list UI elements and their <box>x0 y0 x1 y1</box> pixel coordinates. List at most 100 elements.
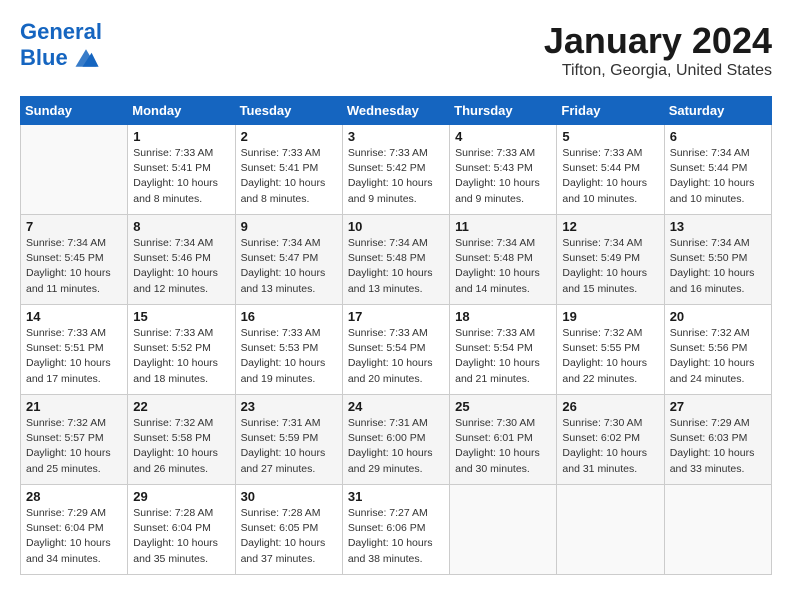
day-info: Sunrise: 7:32 AM Sunset: 5:58 PM Dayligh… <box>133 416 229 477</box>
day-number: 17 <box>348 309 444 324</box>
day-number: 21 <box>26 399 122 414</box>
day-number: 9 <box>241 219 337 234</box>
logo-blue-text: Blue <box>20 46 68 70</box>
day-info: Sunrise: 7:31 AM Sunset: 6:00 PM Dayligh… <box>348 416 444 477</box>
day-info: Sunrise: 7:34 AM Sunset: 5:49 PM Dayligh… <box>562 236 658 297</box>
weekday-header-thursday: Thursday <box>450 97 557 125</box>
calendar-cell <box>557 485 664 575</box>
day-number: 27 <box>670 399 766 414</box>
day-number: 16 <box>241 309 337 324</box>
day-number: 30 <box>241 489 337 504</box>
calendar-cell: 13 Sunrise: 7:34 AM Sunset: 5:50 PM Dayli… <box>664 215 771 305</box>
weekday-header-sunday: Sunday <box>21 97 128 125</box>
calendar-cell: 18 Sunrise: 7:33 AM Sunset: 5:54 PM Dayli… <box>450 305 557 395</box>
day-info: Sunrise: 7:28 AM Sunset: 6:04 PM Dayligh… <box>133 506 229 567</box>
day-number: 25 <box>455 399 551 414</box>
day-number: 13 <box>670 219 766 234</box>
day-number: 2 <box>241 129 337 144</box>
calendar-cell: 23 Sunrise: 7:31 AM Sunset: 5:59 PM Dayli… <box>235 395 342 485</box>
calendar-cell: 25 Sunrise: 7:30 AM Sunset: 6:01 PM Dayli… <box>450 395 557 485</box>
day-info: Sunrise: 7:34 AM Sunset: 5:45 PM Dayligh… <box>26 236 122 297</box>
day-info: Sunrise: 7:28 AM Sunset: 6:05 PM Dayligh… <box>241 506 337 567</box>
calendar-cell: 27 Sunrise: 7:29 AM Sunset: 6:03 PM Dayli… <box>664 395 771 485</box>
logo-text: General <box>20 20 102 44</box>
calendar-cell: 30 Sunrise: 7:28 AM Sunset: 6:05 PM Dayli… <box>235 485 342 575</box>
day-number: 28 <box>26 489 122 504</box>
day-info: Sunrise: 7:31 AM Sunset: 5:59 PM Dayligh… <box>241 416 337 477</box>
calendar-cell: 4Sunrise: 7:33 AM Sunset: 5:43 PM Daylig… <box>450 125 557 215</box>
logo-icon <box>72 44 100 72</box>
calendar-cell: 21 Sunrise: 7:32 AM Sunset: 5:57 PM Dayli… <box>21 395 128 485</box>
day-info: Sunrise: 7:34 AM Sunset: 5:50 PM Dayligh… <box>670 236 766 297</box>
day-number: 26 <box>562 399 658 414</box>
day-info: Sunrise: 7:27 AM Sunset: 6:06 PM Dayligh… <box>348 506 444 567</box>
calendar-cell: 12 Sunrise: 7:34 AM Sunset: 5:49 PM Dayli… <box>557 215 664 305</box>
day-number: 23 <box>241 399 337 414</box>
logo: General Blue <box>20 20 102 72</box>
week-row-3: 14Sunrise: 7:33 AM Sunset: 5:51 PM Dayli… <box>21 305 772 395</box>
day-number: 24 <box>348 399 444 414</box>
weekday-header-friday: Friday <box>557 97 664 125</box>
calendar-cell: 11 Sunrise: 7:34 AM Sunset: 5:48 PM Dayli… <box>450 215 557 305</box>
month-title: January 2024 <box>544 20 772 62</box>
day-number: 8 <box>133 219 229 234</box>
calendar-cell: 5 Sunrise: 7:33 AM Sunset: 5:44 PM Daylig… <box>557 125 664 215</box>
calendar-cell: 3Sunrise: 7:33 AM Sunset: 5:42 PM Daylig… <box>342 125 449 215</box>
calendar-cell: 29 Sunrise: 7:28 AM Sunset: 6:04 PM Dayli… <box>128 485 235 575</box>
title-block: January 2024 Tifton, Georgia, United Sta… <box>544 20 772 80</box>
day-info: Sunrise: 7:30 AM Sunset: 6:01 PM Dayligh… <box>455 416 551 477</box>
week-row-5: 28 Sunrise: 7:29 AM Sunset: 6:04 PM Dayli… <box>21 485 772 575</box>
day-info: Sunrise: 7:33 AM Sunset: 5:53 PM Dayligh… <box>241 326 337 387</box>
day-number: 7 <box>26 219 122 234</box>
calendar-cell: 20 Sunrise: 7:32 AM Sunset: 5:56 PM Dayli… <box>664 305 771 395</box>
day-number: 19 <box>562 309 658 324</box>
calendar-cell <box>21 125 128 215</box>
day-info: Sunrise: 7:32 AM Sunset: 5:55 PM Dayligh… <box>562 326 658 387</box>
day-number: 20 <box>670 309 766 324</box>
day-number: 18 <box>455 309 551 324</box>
week-row-1: 1 Sunrise: 7:33 AM Sunset: 5:41 PM Daylig… <box>21 125 772 215</box>
day-info: Sunrise: 7:33 AM Sunset: 5:54 PM Dayligh… <box>455 326 551 387</box>
day-number: 15 <box>133 309 229 324</box>
day-info: Sunrise: 7:29 AM Sunset: 6:04 PM Dayligh… <box>26 506 122 567</box>
calendar-cell: 26 Sunrise: 7:30 AM Sunset: 6:02 PM Dayli… <box>557 395 664 485</box>
day-info: Sunrise: 7:34 AM Sunset: 5:48 PM Dayligh… <box>348 236 444 297</box>
day-info: Sunrise: 7:33 AM Sunset: 5:41 PM Dayligh… <box>241 146 337 207</box>
day-info: Sunrise: 7:33 AM Sunset: 5:44 PM Dayligh… <box>562 146 658 207</box>
calendar-cell: 8Sunrise: 7:34 AM Sunset: 5:46 PM Daylig… <box>128 215 235 305</box>
week-row-2: 7 Sunrise: 7:34 AM Sunset: 5:45 PM Daylig… <box>21 215 772 305</box>
weekday-header-wednesday: Wednesday <box>342 97 449 125</box>
calendar-cell <box>450 485 557 575</box>
day-info: Sunrise: 7:33 AM Sunset: 5:41 PM Dayligh… <box>133 146 229 207</box>
day-number: 11 <box>455 219 551 234</box>
day-info: Sunrise: 7:29 AM Sunset: 6:03 PM Dayligh… <box>670 416 766 477</box>
day-number: 12 <box>562 219 658 234</box>
calendar-cell: 1 Sunrise: 7:33 AM Sunset: 5:41 PM Daylig… <box>128 125 235 215</box>
calendar-cell: 14Sunrise: 7:33 AM Sunset: 5:51 PM Dayli… <box>21 305 128 395</box>
calendar-cell: 24 Sunrise: 7:31 AM Sunset: 6:00 PM Dayli… <box>342 395 449 485</box>
calendar-cell <box>664 485 771 575</box>
day-number: 5 <box>562 129 658 144</box>
weekday-header-tuesday: Tuesday <box>235 97 342 125</box>
day-number: 1 <box>133 129 229 144</box>
day-info: Sunrise: 7:33 AM Sunset: 5:54 PM Dayligh… <box>348 326 444 387</box>
day-number: 31 <box>348 489 444 504</box>
day-info: Sunrise: 7:32 AM Sunset: 5:56 PM Dayligh… <box>670 326 766 387</box>
day-info: Sunrise: 7:34 AM Sunset: 5:48 PM Dayligh… <box>455 236 551 297</box>
day-number: 14 <box>26 309 122 324</box>
day-info: Sunrise: 7:30 AM Sunset: 6:02 PM Dayligh… <box>562 416 658 477</box>
location: Tifton, Georgia, United States <box>544 62 772 80</box>
calendar-table: SundayMondayTuesdayWednesdayThursdayFrid… <box>20 96 772 575</box>
calendar-cell: 19 Sunrise: 7:32 AM Sunset: 5:55 PM Dayli… <box>557 305 664 395</box>
day-info: Sunrise: 7:32 AM Sunset: 5:57 PM Dayligh… <box>26 416 122 477</box>
calendar-cell: 7 Sunrise: 7:34 AM Sunset: 5:45 PM Daylig… <box>21 215 128 305</box>
calendar-cell: 31 Sunrise: 7:27 AM Sunset: 6:06 PM Dayli… <box>342 485 449 575</box>
day-number: 3 <box>348 129 444 144</box>
calendar-cell: 22 Sunrise: 7:32 AM Sunset: 5:58 PM Dayli… <box>128 395 235 485</box>
day-number: 29 <box>133 489 229 504</box>
page-header: General Blue January 2024 Tifton, Georgi… <box>20 20 772 80</box>
week-row-4: 21 Sunrise: 7:32 AM Sunset: 5:57 PM Dayli… <box>21 395 772 485</box>
day-number: 22 <box>133 399 229 414</box>
weekday-header-saturday: Saturday <box>664 97 771 125</box>
calendar-cell: 2 Sunrise: 7:33 AM Sunset: 5:41 PM Daylig… <box>235 125 342 215</box>
